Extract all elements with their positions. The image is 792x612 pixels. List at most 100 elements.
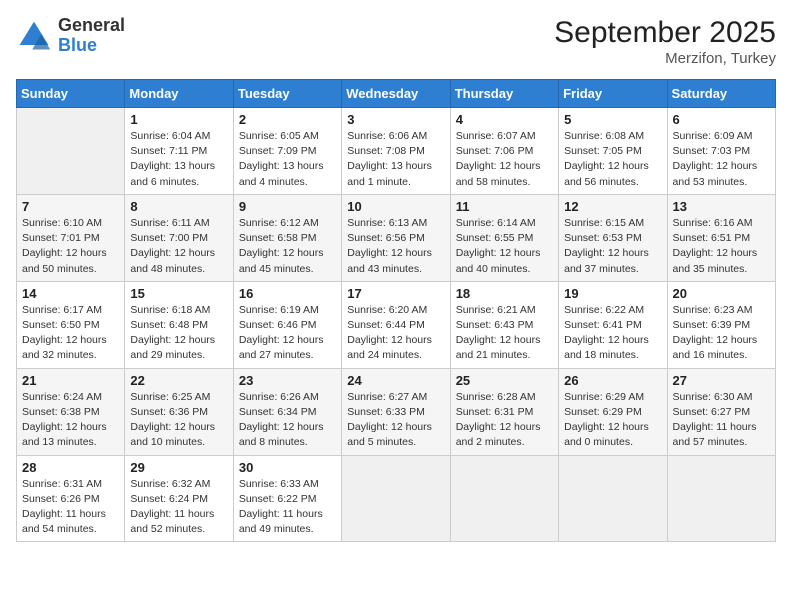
day-number: 7	[22, 199, 119, 214]
day-detail: Sunrise: 6:11 AMSunset: 7:00 PMDaylight:…	[130, 216, 227, 277]
calendar-cell: 24Sunrise: 6:27 AMSunset: 6:33 PMDayligh…	[342, 368, 450, 455]
day-number: 28	[22, 460, 119, 475]
calendar-week-row: 28Sunrise: 6:31 AMSunset: 6:26 PMDayligh…	[17, 455, 776, 542]
day-number: 19	[564, 286, 661, 301]
day-number: 30	[239, 460, 336, 475]
day-detail: Sunrise: 6:28 AMSunset: 6:31 PMDaylight:…	[456, 390, 553, 451]
day-detail: Sunrise: 6:25 AMSunset: 6:36 PMDaylight:…	[130, 390, 227, 451]
day-number: 29	[130, 460, 227, 475]
calendar-cell: 7 Sunrise: 6:10 AMSunset: 7:01 PMDaylight…	[17, 194, 125, 281]
calendar-cell: 9 Sunrise: 6:12 AMSunset: 6:58 PMDaylight…	[233, 194, 341, 281]
calendar-cell: 3 Sunrise: 6:06 AMSunset: 7:08 PMDaylight…	[342, 108, 450, 195]
day-number: 14	[22, 286, 119, 301]
day-number: 4	[456, 112, 553, 127]
day-number: 13	[673, 199, 770, 214]
weekday-header: Wednesday	[342, 80, 450, 108]
day-detail: Sunrise: 6:17 AMSunset: 6:50 PMDaylight:…	[22, 303, 119, 364]
day-number: 11	[456, 199, 553, 214]
logo: General Blue	[16, 16, 125, 56]
day-detail: Sunrise: 6:30 AMSunset: 6:27 PMDaylight:…	[673, 390, 770, 451]
day-number: 22	[130, 373, 227, 388]
calendar-table: SundayMondayTuesdayWednesdayThursdayFrid…	[16, 79, 776, 542]
calendar-cell	[450, 455, 558, 542]
day-detail: Sunrise: 6:05 AMSunset: 7:09 PMDaylight:…	[239, 129, 336, 190]
calendar-cell: 17 Sunrise: 6:20 AMSunset: 6:44 PMDayligh…	[342, 281, 450, 368]
weekday-header: Sunday	[17, 80, 125, 108]
day-number: 18	[456, 286, 553, 301]
calendar-cell	[559, 455, 667, 542]
calendar-cell: 2 Sunrise: 6:05 AMSunset: 7:09 PMDaylight…	[233, 108, 341, 195]
day-number: 25	[456, 373, 553, 388]
day-number: 1	[130, 112, 227, 127]
day-number: 23	[239, 373, 336, 388]
calendar-cell: 25 Sunrise: 6:28 AMSunset: 6:31 PMDayligh…	[450, 368, 558, 455]
calendar-cell: 20 Sunrise: 6:23 AMSunset: 6:39 PMDayligh…	[667, 281, 775, 368]
calendar-cell: 16 Sunrise: 6:19 AMSunset: 6:46 PMDayligh…	[233, 281, 341, 368]
day-number: 3	[347, 112, 444, 127]
day-detail: Sunrise: 6:10 AMSunset: 7:01 PMDaylight:…	[22, 216, 119, 277]
calendar-cell	[667, 455, 775, 542]
day-number: 16	[239, 286, 336, 301]
day-number: 27	[673, 373, 770, 388]
day-detail: Sunrise: 6:06 AMSunset: 7:08 PMDaylight:…	[347, 129, 444, 190]
calendar-cell: 29 Sunrise: 6:32 AMSunset: 6:24 PMDayligh…	[125, 455, 233, 542]
day-detail: Sunrise: 6:20 AMSunset: 6:44 PMDaylight:…	[347, 303, 444, 364]
day-detail: Sunrise: 6:23 AMSunset: 6:39 PMDaylight:…	[673, 303, 770, 364]
logo-icon	[16, 18, 52, 54]
weekday-header: Friday	[559, 80, 667, 108]
calendar-week-row: 14 Sunrise: 6:17 AMSunset: 6:50 PMDayligh…	[17, 281, 776, 368]
weekday-header: Tuesday	[233, 80, 341, 108]
day-number: 17	[347, 286, 444, 301]
calendar-week-row: 1Sunrise: 6:04 AMSunset: 7:11 PMDaylight…	[17, 108, 776, 195]
day-number: 20	[673, 286, 770, 301]
logo-line1: General	[58, 16, 125, 36]
day-detail: Sunrise: 6:32 AMSunset: 6:24 PMDaylight:…	[130, 477, 227, 538]
calendar-cell: 23 Sunrise: 6:26 AMSunset: 6:34 PMDayligh…	[233, 368, 341, 455]
day-detail: Sunrise: 6:33 AMSunset: 6:22 PMDaylight:…	[239, 477, 336, 538]
day-detail: Sunrise: 6:12 AMSunset: 6:58 PMDaylight:…	[239, 216, 336, 277]
calendar-cell: 30 Sunrise: 6:33 AMSunset: 6:22 PMDayligh…	[233, 455, 341, 542]
logo-text: General Blue	[58, 16, 125, 56]
day-detail: Sunrise: 6:08 AMSunset: 7:05 PMDaylight:…	[564, 129, 661, 190]
day-detail: Sunrise: 6:21 AMSunset: 6:43 PMDaylight:…	[456, 303, 553, 364]
day-number: 5	[564, 112, 661, 127]
calendar-header-row: SundayMondayTuesdayWednesdayThursdayFrid…	[17, 80, 776, 108]
calendar-cell: 8Sunrise: 6:11 AMSunset: 7:00 PMDaylight…	[125, 194, 233, 281]
page-title: September 2025	[554, 16, 776, 50]
calendar-cell: 22 Sunrise: 6:25 AMSunset: 6:36 PMDayligh…	[125, 368, 233, 455]
calendar-cell: 18 Sunrise: 6:21 AMSunset: 6:43 PMDayligh…	[450, 281, 558, 368]
calendar-cell: 11Sunrise: 6:14 AMSunset: 6:55 PMDayligh…	[450, 194, 558, 281]
logo-line2: Blue	[58, 36, 125, 56]
day-detail: Sunrise: 6:19 AMSunset: 6:46 PMDaylight:…	[239, 303, 336, 364]
day-detail: Sunrise: 6:26 AMSunset: 6:34 PMDaylight:…	[239, 390, 336, 451]
day-detail: Sunrise: 6:22 AMSunset: 6:41 PMDaylight:…	[564, 303, 661, 364]
day-detail: Sunrise: 6:18 AMSunset: 6:48 PMDaylight:…	[130, 303, 227, 364]
calendar-cell: 28Sunrise: 6:31 AMSunset: 6:26 PMDayligh…	[17, 455, 125, 542]
day-detail: Sunrise: 6:27 AMSunset: 6:33 PMDaylight:…	[347, 390, 444, 451]
day-number: 21	[22, 373, 119, 388]
day-number: 6	[673, 112, 770, 127]
calendar-cell: 27 Sunrise: 6:30 AMSunset: 6:27 PMDayligh…	[667, 368, 775, 455]
page-subtitle: Merzifon, Turkey	[554, 50, 776, 67]
calendar-cell: 5 Sunrise: 6:08 AMSunset: 7:05 PMDaylight…	[559, 108, 667, 195]
day-number: 26	[564, 373, 661, 388]
day-number: 12	[564, 199, 661, 214]
day-detail: Sunrise: 6:16 AMSunset: 6:51 PMDaylight:…	[673, 216, 770, 277]
calendar-week-row: 21 Sunrise: 6:24 AMSunset: 6:38 PMDayligh…	[17, 368, 776, 455]
calendar-cell: 21 Sunrise: 6:24 AMSunset: 6:38 PMDayligh…	[17, 368, 125, 455]
calendar-cell	[17, 108, 125, 195]
day-number: 2	[239, 112, 336, 127]
calendar-cell: 26Sunrise: 6:29 AMSunset: 6:29 PMDayligh…	[559, 368, 667, 455]
calendar-cell: 19 Sunrise: 6:22 AMSunset: 6:41 PMDayligh…	[559, 281, 667, 368]
calendar-cell: 6 Sunrise: 6:09 AMSunset: 7:03 PMDaylight…	[667, 108, 775, 195]
day-number: 10	[347, 199, 444, 214]
calendar-cell: 12Sunrise: 6:15 AMSunset: 6:53 PMDayligh…	[559, 194, 667, 281]
day-detail: Sunrise: 6:13 AMSunset: 6:56 PMDaylight:…	[347, 216, 444, 277]
calendar-cell: 13 Sunrise: 6:16 AMSunset: 6:51 PMDayligh…	[667, 194, 775, 281]
calendar-cell: 14 Sunrise: 6:17 AMSunset: 6:50 PMDayligh…	[17, 281, 125, 368]
day-number: 9	[239, 199, 336, 214]
day-detail: Sunrise: 6:24 AMSunset: 6:38 PMDaylight:…	[22, 390, 119, 451]
weekday-header: Monday	[125, 80, 233, 108]
title-block: September 2025 Merzifon, Turkey	[554, 16, 776, 67]
day-detail: Sunrise: 6:09 AMSunset: 7:03 PMDaylight:…	[673, 129, 770, 190]
